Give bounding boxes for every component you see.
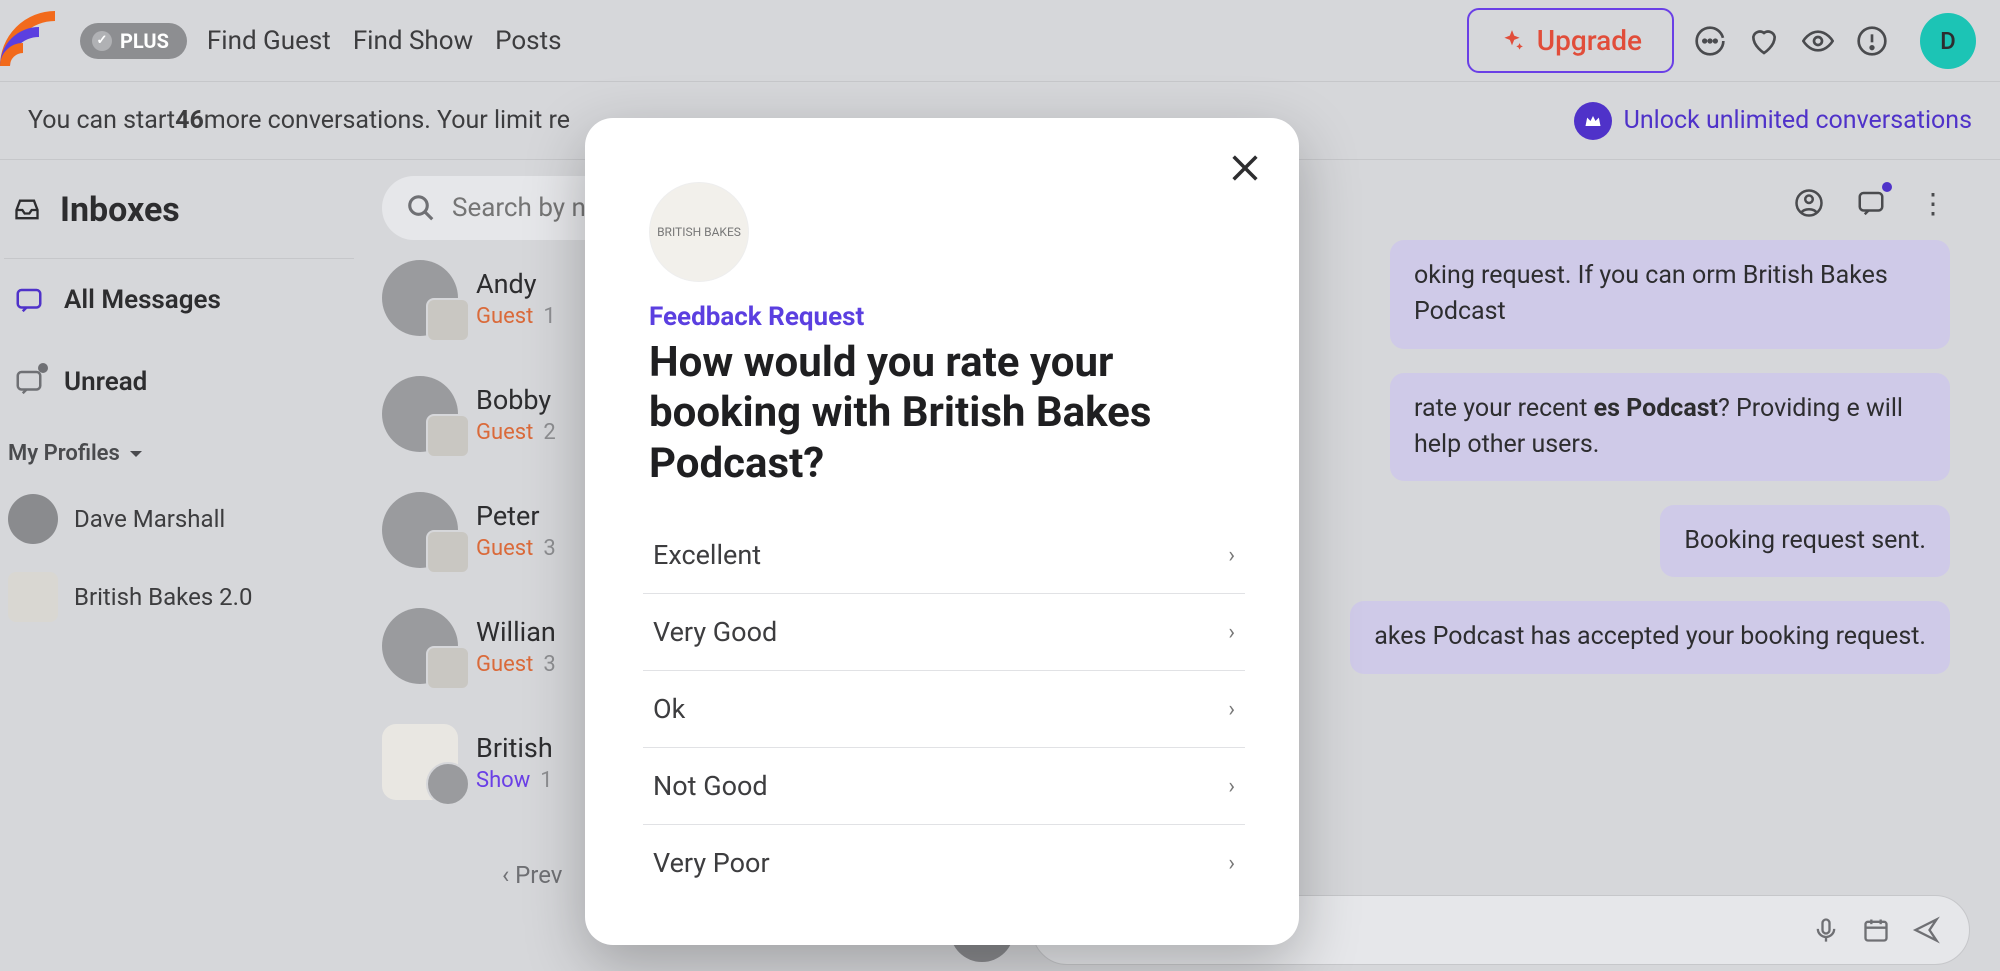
option-label: Not Good [653, 770, 768, 802]
chevron-right-icon: › [1228, 774, 1235, 799]
chevron-right-icon: › [1228, 620, 1235, 645]
chevron-right-icon: › [1228, 851, 1235, 876]
avatar-text: BRITISH BAKES [657, 225, 741, 239]
modal-eyebrow: Feedback Request [629, 302, 1255, 332]
option-label: Excellent [653, 539, 761, 571]
rating-option-excellent[interactable]: Excellent › [643, 517, 1245, 594]
rating-option-very-good[interactable]: Very Good › [643, 594, 1245, 671]
close-button[interactable] [1223, 146, 1267, 190]
modal-title: How would you rate your booking with Bri… [629, 332, 1255, 517]
option-label: Ok [653, 693, 685, 725]
close-icon [1228, 151, 1262, 185]
chevron-right-icon: › [1228, 543, 1235, 568]
option-label: Very Poor [653, 847, 770, 879]
rating-option-very-poor[interactable]: Very Poor › [643, 825, 1245, 901]
option-label: Very Good [653, 616, 777, 648]
modal-podcast-avatar: BRITISH BAKES [649, 182, 749, 282]
rating-option-not-good[interactable]: Not Good › [643, 748, 1245, 825]
rating-option-ok[interactable]: Ok › [643, 671, 1245, 748]
chevron-right-icon: › [1228, 697, 1235, 722]
feedback-modal: BRITISH BAKES Feedback Request How would… [585, 118, 1299, 945]
